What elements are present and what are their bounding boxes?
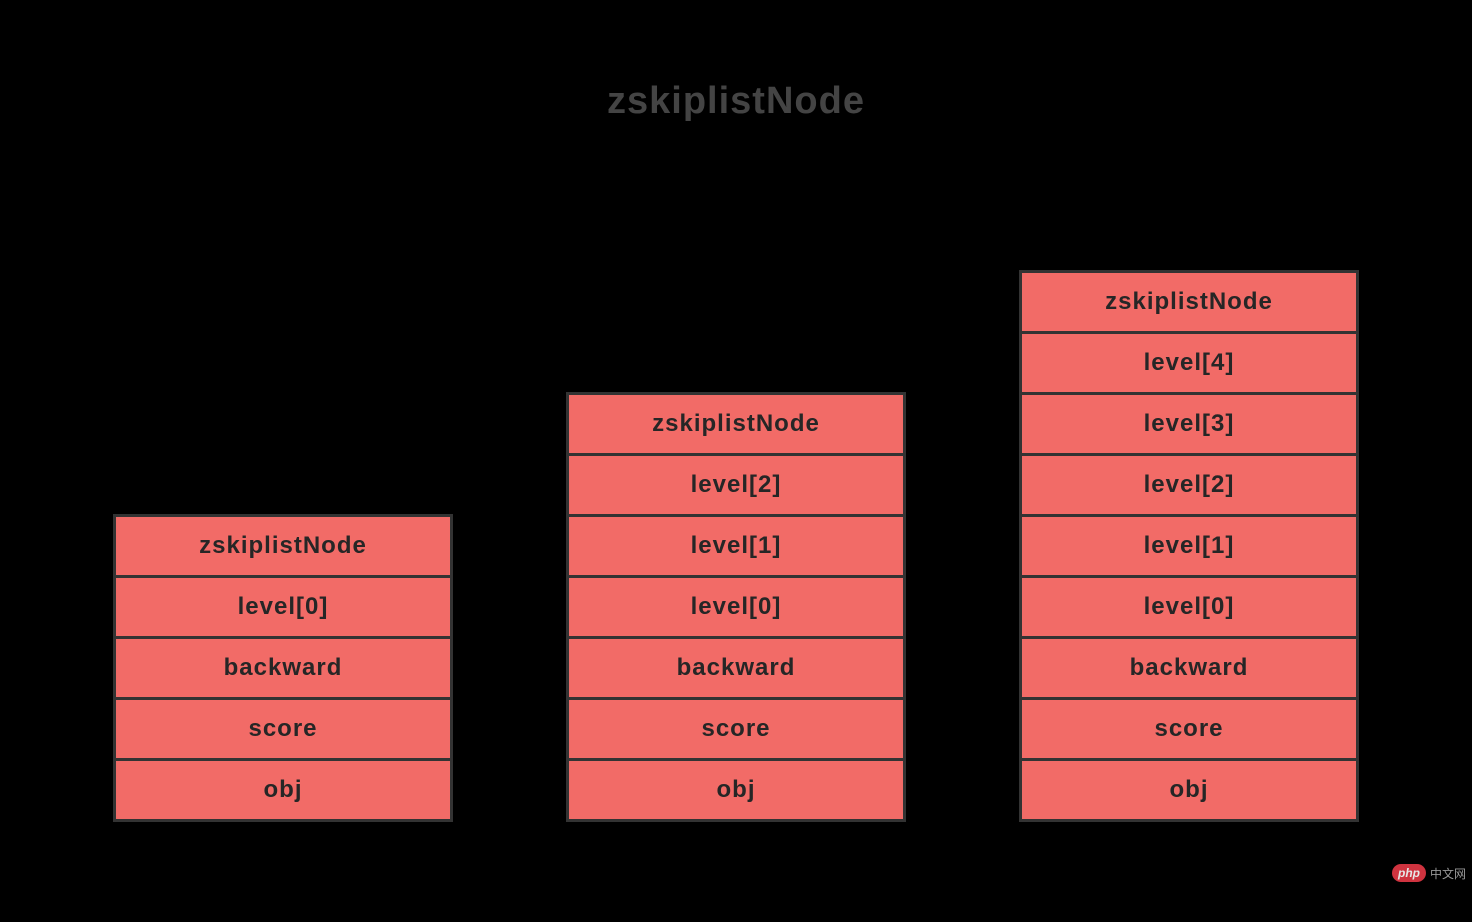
watermark-pill: php: [1392, 864, 1426, 882]
node-score: score: [566, 697, 906, 761]
diagram-title: zskiplistNode: [0, 80, 1472, 123]
node-header: zskiplistNode: [113, 514, 453, 578]
node-score: score: [113, 697, 453, 761]
node-obj: obj: [113, 758, 453, 822]
node-score: score: [1019, 697, 1359, 761]
node-header: zskiplistNode: [1019, 270, 1359, 334]
node-backward: backward: [113, 636, 453, 700]
node-level: level[0]: [1019, 575, 1359, 639]
watermark: php 中文网: [1392, 864, 1466, 882]
node-level: level[1]: [566, 514, 906, 578]
node-backward: backward: [1019, 636, 1359, 700]
node-level: level[2]: [566, 453, 906, 517]
skiplist-node: zskiplistNodelevel[2]level[1]level[0]bac…: [566, 392, 906, 822]
node-level: level[4]: [1019, 331, 1359, 395]
node-level: level[0]: [113, 575, 453, 639]
node-obj: obj: [1019, 758, 1359, 822]
node-level: level[3]: [1019, 392, 1359, 456]
nodes-container: zskiplistNodelevel[0]backwardscoreobjzsk…: [0, 270, 1472, 822]
skiplist-node: zskiplistNodelevel[4]level[3]level[2]lev…: [1019, 270, 1359, 822]
watermark-text: 中文网: [1430, 865, 1466, 882]
node-level: level[2]: [1019, 453, 1359, 517]
node-level: level[0]: [566, 575, 906, 639]
node-obj: obj: [566, 758, 906, 822]
node-level: level[1]: [1019, 514, 1359, 578]
node-backward: backward: [566, 636, 906, 700]
skiplist-node: zskiplistNodelevel[0]backwardscoreobj: [113, 514, 453, 822]
node-header: zskiplistNode: [566, 392, 906, 456]
